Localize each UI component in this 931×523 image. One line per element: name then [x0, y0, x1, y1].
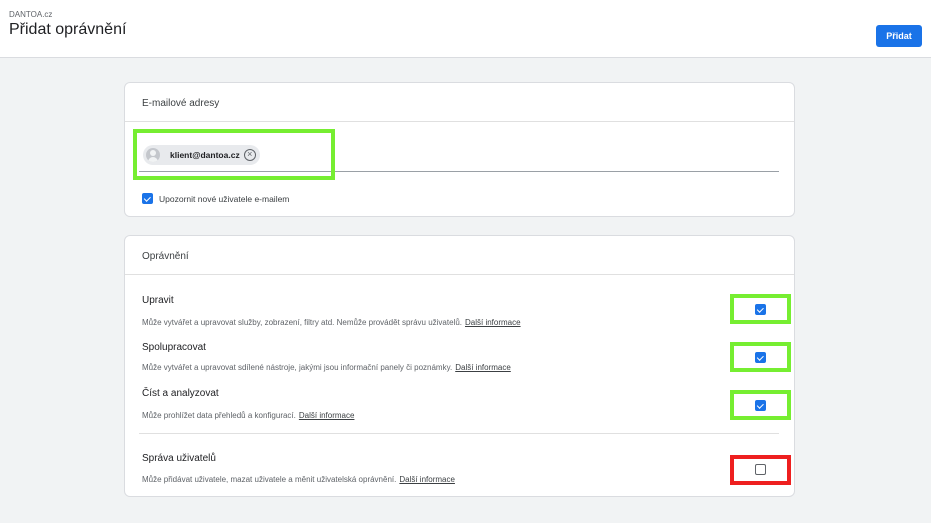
perm-manage-users-title: Správa uživatelů — [142, 453, 216, 464]
email-card-header: E-mailové adresy — [125, 83, 794, 122]
page-title: Přidat oprávnění — [9, 21, 127, 38]
notify-checkbox[interactable] — [142, 193, 153, 204]
perm-collaborate-more-link[interactable]: Další informace — [455, 363, 511, 372]
perm-edit-checkbox[interactable] — [755, 304, 766, 315]
perm-manage-users-desc-text: Může přidávat uživatele, mazat uživatele… — [142, 475, 397, 484]
perm-read-desc-text: Může prohlížet data přehledů a konfigura… — [142, 411, 296, 420]
email-card-heading: E-mailové adresy — [142, 98, 220, 109]
perm-read-more-link[interactable]: Další informace — [299, 411, 355, 420]
perm-collaborate-title: Spolupracovat — [142, 342, 206, 353]
perm-collaborate-desc: Může vytvářet a upravovat sdílené nástro… — [142, 363, 511, 372]
perm-read-checkbox[interactable] — [755, 400, 766, 411]
perm-manage-users-desc: Může přidávat uživatele, mazat uživatele… — [142, 475, 455, 484]
perm-collaborate-checkbox[interactable] — [755, 352, 766, 363]
perm-read-desc: Může prohlížet data přehledů a konfigura… — [142, 411, 354, 420]
add-button[interactable]: Přidat — [876, 25, 922, 47]
account-name: DANTOA.cz — [9, 10, 53, 19]
perm-edit-more-link[interactable]: Další informace — [465, 318, 521, 327]
permissions-card-header: Oprávnění — [125, 236, 794, 275]
permissions-card-heading: Oprávnění — [142, 251, 189, 262]
permissions-card: Oprávnění Upravit Může vytvářet a upravo… — [124, 235, 795, 497]
notify-label: Upozornit nové uživatele e-mailem — [159, 193, 290, 204]
perm-edit-desc: Může vytvářet a upravovat služby, zobraz… — [142, 318, 521, 327]
perm-read-title: Číst a analyzovat — [142, 388, 219, 399]
perm-manage-users-checkbox[interactable] — [755, 464, 766, 475]
section-divider — [139, 433, 779, 434]
email-card: E-mailové adresy klient@dantoa.cz × Upoz… — [124, 82, 795, 217]
perm-edit-desc-text: Může vytvářet a upravovat služby, zobraz… — [142, 318, 462, 327]
email-highlight-box — [133, 129, 335, 180]
top-bar: DANTOA.cz Přidat oprávnění Přidat — [0, 0, 931, 58]
perm-edit-title: Upravit — [142, 295, 174, 306]
notify-option[interactable]: Upozornit nové uživatele e-mailem — [142, 193, 289, 204]
perm-collaborate-desc-text: Může vytvářet a upravovat sdílené nástro… — [142, 363, 453, 372]
perm-manage-users-more-link[interactable]: Další informace — [399, 475, 455, 484]
